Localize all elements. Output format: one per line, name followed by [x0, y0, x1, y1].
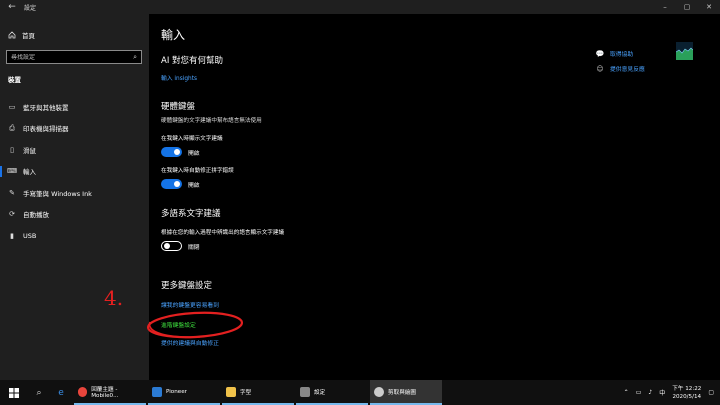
taskbar-app-label: 剪取與繪圖: [388, 389, 416, 396]
autocorrect-toggle[interactable]: [161, 179, 182, 189]
autocorrect-state: 開啟: [188, 182, 200, 189]
ai-heading: AI 對您有何幫助: [161, 56, 224, 66]
title-bar: ← 設定 – ▢ ✕: [0, 0, 720, 14]
page-title: 輸入: [161, 28, 186, 42]
suggestions-autocorrect-link[interactable]: 提供的建議與自動修正: [161, 338, 219, 347]
taskbar-app-snip[interactable]: 剪取與繪圖: [370, 380, 442, 405]
sidebar-item-label: 藍牙與其他裝置: [23, 103, 69, 112]
printer-icon: ⎙: [9, 123, 15, 132]
sidebar-item-usb[interactable]: ▮ USB: [0, 225, 149, 247]
gear-icon: [300, 386, 310, 397]
folder-icon: [226, 386, 236, 397]
multilingual-toggle[interactable]: [161, 241, 182, 251]
taskbar-app-settings[interactable]: 設定: [296, 380, 368, 405]
search-icon: ⌕: [133, 52, 137, 61]
windows-logo-icon: [9, 387, 19, 398]
suggest-toggle-row: 開啟: [161, 147, 200, 157]
minimize-icon[interactable]: –: [654, 0, 676, 14]
sidebar-item-bluetooth[interactable]: ▭ 藍牙與其他裝置: [0, 96, 149, 118]
autocorrect-toggle-row: 開啟: [161, 179, 200, 189]
clock[interactable]: 下午 12:22 2020/5/14: [672, 385, 701, 401]
tray-chevron-icon[interactable]: ⌃: [624, 389, 629, 396]
settings-search[interactable]: ⌕: [6, 50, 142, 64]
back-arrow-icon[interactable]: ←: [0, 2, 24, 12]
multilingual-heading: 多語系文字建議: [161, 209, 221, 219]
snip-icon: [374, 386, 384, 397]
keyboard-icon: ⌨: [6, 167, 18, 176]
sidebar: 首頁 ⌕ 裝置 ▭ 藍牙與其他裝置 ⎙ 印表機與掃描器 ▯ 滑鼠 ⌨ 輸入 ✎ …: [0, 14, 149, 380]
taskbar-app-fonts[interactable]: 字型: [222, 380, 294, 405]
sidebar-item-label: USB: [23, 231, 37, 240]
advanced-keyboard-link[interactable]: 進階鍵盤設定: [161, 320, 196, 329]
mouse-icon: ▯: [10, 145, 14, 154]
suggest-state: 開啟: [188, 150, 200, 157]
multilingual-toggle-row: 關閉: [161, 241, 200, 251]
taskbar-app-pioneer[interactable]: Pioneer: [148, 380, 220, 405]
suggest-label: 在我鍵入時顯示文字建議: [161, 136, 223, 142]
edge-icon[interactable]: e: [50, 380, 72, 405]
search-input[interactable]: [11, 53, 121, 61]
ime-icon[interactable]: 中: [659, 388, 665, 397]
main-content: 輸入 AI 對您有何幫助 輸入 insights 硬體鍵盤 硬體鍵盤的文字建議中…: [161, 14, 581, 380]
close-icon[interactable]: ✕: [698, 0, 720, 14]
sidebar-items: ▭ 藍牙與其他裝置 ⎙ 印表機與掃描器 ▯ 滑鼠 ⌨ 輸入 ✎ 手寫筆與 Win…: [0, 96, 149, 247]
hw-keyboard-heading: 硬體鍵盤: [161, 102, 196, 112]
sidebar-item-printers[interactable]: ⎙ 印表機與掃描器: [0, 118, 149, 140]
taskbar-app-label: Pioneer: [166, 388, 187, 395]
home-link[interactable]: 首頁: [8, 30, 35, 40]
autoplay-icon: ⟳: [9, 210, 15, 219]
chrome-icon: [78, 386, 88, 397]
feedback-link[interactable]: ☺ 提供意見反應: [596, 61, 645, 76]
feedback-label: 提供意見反應: [610, 67, 645, 73]
sidebar-item-label: 輸入: [23, 168, 36, 177]
network-graph-icon: [676, 42, 693, 60]
clock-date: 2020/5/14: [672, 393, 702, 400]
bluetooth-icon: ▭: [8, 102, 16, 111]
chat-icon: 💬: [595, 49, 605, 58]
autocorrect-label: 在我鍵入時自動修正拼字錯誤: [161, 168, 234, 174]
hw-keyboard-desc: 硬體鍵盤的文字建議中幫布語言無法使用: [161, 118, 262, 124]
sidebar-item-typing[interactable]: ⌨ 輸入: [0, 161, 149, 183]
sidebar-item-label: 自動播放: [23, 211, 49, 220]
suggest-toggle[interactable]: [161, 147, 182, 157]
start-button[interactable]: [0, 380, 28, 405]
usb-icon: ▮: [10, 231, 14, 240]
volume-icon[interactable]: ♪: [648, 389, 652, 396]
help-panel: 💬 取得協助 ☺ 提供意見反應: [596, 46, 645, 76]
sidebar-section-title: 裝置: [8, 76, 21, 84]
sidebar-item-label: 手寫筆與 Windows Ink: [23, 189, 92, 198]
taskbar-app-browser[interactable]: 回覆主題 - Mobile0...: [74, 380, 146, 405]
get-help-label: 取得協助: [610, 52, 634, 58]
window-controls: – ▢ ✕: [654, 0, 720, 14]
more-keyboard-heading: 更多鍵盤設定: [161, 281, 213, 291]
window-title: 設定: [24, 4, 37, 12]
pioneer-icon: [152, 386, 162, 397]
taskbar: ⌕ e 回覆主題 - Mobile0... Pioneer 字型 設定 剪取與繪…: [0, 380, 720, 405]
annotation-number: 4.: [104, 286, 124, 310]
search-icon[interactable]: ⌕: [28, 380, 50, 405]
multilingual-label: 根據在您的輸入過程中辨識出的語言顯示文字建議: [161, 230, 285, 236]
pen-icon: ✎: [9, 188, 15, 197]
sidebar-item-pen[interactable]: ✎ 手寫筆與 Windows Ink: [0, 182, 149, 204]
system-tray: ⌃ ▭ ♪ 中 下午 12:22 2020/5/14 ▢: [624, 380, 720, 405]
notification-icon[interactable]: ▢: [708, 389, 714, 396]
taskbar-app-label: 回覆主題 - Mobile0...: [91, 386, 119, 399]
sidebar-item-label: 滑鼠: [23, 146, 36, 155]
feedback-icon: ☺: [596, 64, 604, 73]
taskbar-app-label: 設定: [314, 389, 326, 396]
taskbar-app-label: 字型: [240, 389, 252, 396]
clock-time: 下午 12:22: [672, 385, 702, 392]
sidebar-item-autoplay[interactable]: ⟳ 自動播放: [0, 204, 149, 226]
home-icon: [8, 31, 16, 39]
get-help-link[interactable]: 💬 取得協助: [596, 46, 645, 61]
network-icon[interactable]: ▭: [636, 389, 642, 396]
sidebar-item-mouse[interactable]: ▯ 滑鼠: [0, 139, 149, 161]
home-label: 首頁: [22, 32, 35, 40]
multilingual-state: 關閉: [188, 244, 200, 251]
maximize-icon[interactable]: ▢: [676, 0, 698, 14]
insights-link[interactable]: 輸入 insights: [161, 73, 197, 82]
sidebar-item-label: 印表機與掃描器: [23, 125, 69, 134]
easier-keyboard-link[interactable]: 讓我的鍵盤更容易看到: [161, 300, 219, 309]
